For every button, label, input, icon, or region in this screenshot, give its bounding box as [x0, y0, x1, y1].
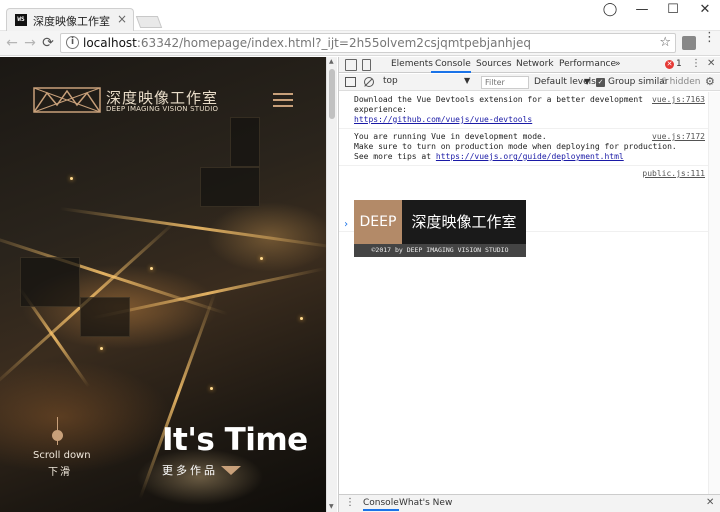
bookmark-star-icon[interactable]: ☆ [659, 35, 671, 50]
tab-sources[interactable]: Sources [476, 59, 512, 69]
devtools-menu-icon[interactable]: ⋮ [691, 58, 701, 69]
more-works-arrow-icon[interactable] [221, 466, 241, 475]
tab-close-icon[interactable]: × [117, 12, 127, 26]
drawer-tab-whats-new[interactable]: What's New [399, 498, 452, 508]
user-profile-icon[interactable]: ◯ [598, 2, 622, 17]
group-similar-label: Group similar [608, 77, 669, 87]
error-icon[interactable]: ✕ [665, 60, 674, 69]
devtools-tab-bar: Elements Console Sources Network Perform… [339, 57, 720, 73]
message-source-link[interactable]: public.js:111 [642, 169, 705, 179]
device-toolbar-icon[interactable] [362, 59, 371, 71]
console-filter-input[interactable] [481, 76, 529, 89]
levels-dropdown-icon[interactable]: ▼ [584, 77, 590, 86]
new-tab-button[interactable] [135, 16, 163, 28]
scroll-indicator-dot [52, 430, 63, 441]
address-bar: ← → ⟳ i localhost:63342/homepage/index.h… [0, 31, 720, 56]
console-output: Download the Vue Devtools extension for … [339, 92, 720, 494]
context-dropdown-icon[interactable]: ▼ [464, 76, 470, 85]
active-tab-indicator [431, 71, 471, 73]
page-scrollbar[interactable]: ▲ ▼ [326, 57, 337, 512]
banner-copyright: ©2017 by DEEP IMAGING VISION STUDIO [354, 244, 526, 257]
console-message: Download the Vue Devtools extension for … [339, 92, 720, 129]
message-source-link[interactable]: vue.js:7172 [652, 132, 705, 142]
tab-title: 深度映像工作室 [33, 15, 110, 28]
hero-headline: It's Time [162, 422, 308, 458]
tab-elements[interactable]: Elements [391, 59, 433, 69]
studio-console-banner: DEEP 深度映像工作室 ©2017 by DEEP IMAGING VISIO… [354, 200, 526, 257]
building [80, 297, 130, 337]
city-light [260, 257, 263, 260]
maximize-button[interactable]: ☐ [661, 2, 685, 17]
logo-english-title: DEEP IMAGING VISION STUDIO [106, 105, 219, 113]
context-selector[interactable]: top [383, 76, 473, 89]
devtools-panel: Elements Console Sources Network Perform… [338, 57, 720, 512]
close-window-button[interactable]: ✕ [693, 2, 717, 17]
studio-logo [33, 87, 101, 113]
drawer-tab-console[interactable]: Console [363, 498, 399, 511]
scroll-down-arrow-icon[interactable]: ▼ [329, 503, 334, 510]
drawer-close-icon[interactable]: ✕ [706, 497, 714, 508]
devtools-close-icon[interactable]: ✕ [707, 58, 715, 69]
city-light [70, 177, 73, 180]
hamburger-menu-icon[interactable] [273, 93, 293, 108]
tab-network[interactable]: Network [516, 59, 554, 69]
banner-deep-label: DEEP [354, 200, 402, 244]
console-scrollbar[interactable] [708, 92, 720, 494]
site-info-icon[interactable]: i [66, 36, 79, 49]
scroll-down-label[interactable]: Scroll down [33, 450, 91, 461]
more-works-link[interactable]: 更多作品 [162, 462, 218, 478]
console-prompt-icon[interactable]: › [343, 219, 349, 230]
tab-console[interactable]: Console [435, 59, 471, 69]
favicon-icon: WS [15, 14, 27, 26]
message-source-link[interactable]: vue.js:7163 [652, 95, 705, 105]
devtools-drawer: ⋮ Console What's New ✕ [339, 494, 720, 512]
back-button[interactable]: ← [4, 35, 20, 51]
scroll-up-arrow-icon[interactable]: ▲ [329, 58, 334, 65]
console-settings-gear-icon[interactable]: ⚙ [705, 75, 715, 88]
inspect-element-icon[interactable] [345, 59, 357, 71]
console-banner-message: public.js:111 DEEP 深度映像工作室 ©2017 by DEEP… [339, 166, 720, 257]
error-count[interactable]: 1 [676, 59, 682, 69]
browser-tab[interactable]: WS 深度映像工作室 × [6, 8, 134, 31]
city-light [150, 267, 153, 270]
tab-performance[interactable]: Performance [559, 59, 616, 69]
drawer-menu-icon[interactable]: ⋮ [345, 497, 355, 508]
url-input[interactable]: i localhost:63342/homepage/index.html?_i… [60, 33, 676, 53]
console-message: You are running Vue in development mode.… [339, 129, 720, 166]
console-sidebar-icon[interactable] [345, 77, 356, 87]
hidden-count: 6 hidden [661, 77, 701, 87]
building [20, 257, 80, 307]
building [230, 117, 260, 167]
group-similar-checkbox[interactable]: ✓ [596, 78, 605, 87]
vue-devtools-link[interactable]: https://github.com/vuejs/vue-devtools [354, 115, 532, 124]
scroll-down-chinese-label[interactable]: 下滑 [48, 463, 72, 478]
extension-icon[interactable] [682, 36, 696, 50]
city-light [300, 317, 303, 320]
clear-console-icon[interactable] [364, 77, 374, 87]
more-tabs-icon[interactable]: » [615, 59, 621, 69]
console-toolbar: top ▼ Default levels ▼ ✓ Group similar 6… [339, 74, 720, 91]
vue-deployment-link[interactable]: https://vuejs.org/guide/deployment.html [436, 152, 624, 161]
city-light [100, 347, 103, 350]
banner-chinese-title: 深度映像工作室 [402, 200, 526, 244]
page-scroll-thumb[interactable] [329, 69, 335, 119]
minimize-button[interactable]: — [630, 2, 654, 17]
website-viewport: 深度映像工作室 DEEP IMAGING VISION STUDIO Scrol… [0, 57, 326, 512]
forward-button[interactable]: → [22, 35, 38, 51]
url-text: localhost:63342/homepage/index.html?_ijt… [83, 36, 531, 50]
reload-button[interactable]: ⟳ [40, 35, 56, 51]
city-light [210, 387, 213, 390]
road-light [59, 207, 326, 249]
browser-menu-icon[interactable]: ⋮ [703, 31, 716, 44]
title-bar: WS 深度映像工作室 × ◯ — ☐ ✕ [0, 0, 720, 31]
building [200, 167, 260, 207]
